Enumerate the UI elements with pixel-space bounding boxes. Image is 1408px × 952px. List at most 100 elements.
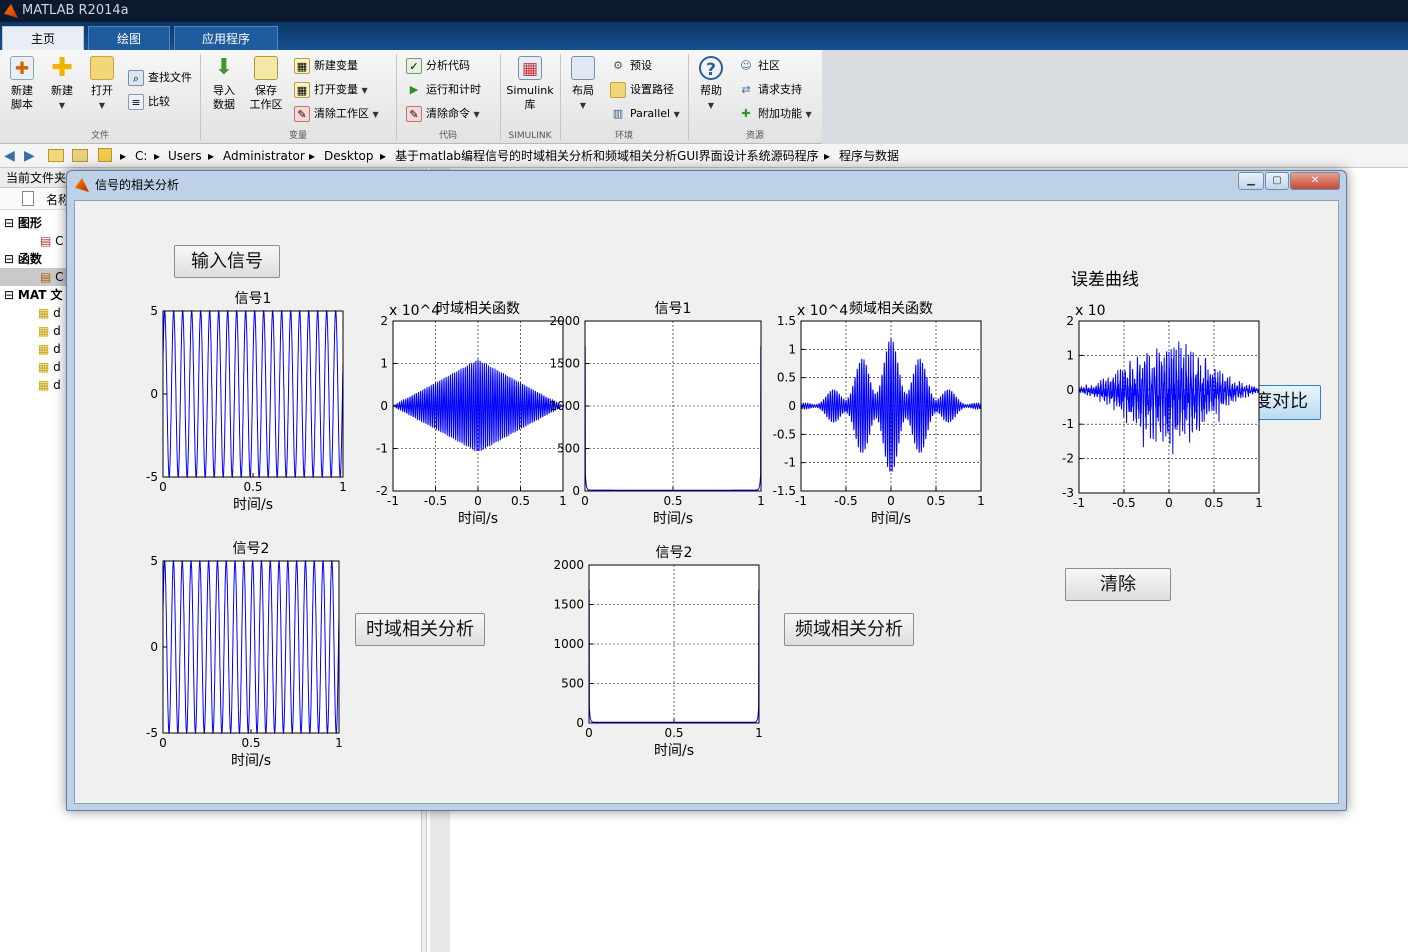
collapse-icon[interactable]: ⊟: [4, 252, 14, 266]
axes-signal2-freq: 0 0.5 1 0 500 1000 1500 2000 信号2 时间/s: [553, 545, 762, 759]
tree-group-functions[interactable]: ⊟ 函数: [4, 250, 42, 268]
file-name: d: [53, 378, 61, 392]
support-icon: ⇄: [741, 83, 751, 96]
list-item[interactable]: ▤ C: [40, 232, 64, 250]
minimize-button[interactable]: ▁: [1238, 172, 1264, 190]
layout-icon: [571, 56, 595, 80]
x-tick-label: -0.5: [834, 494, 857, 508]
new-variable-button[interactable]: ▦ 新建变量: [294, 56, 358, 76]
set-path-button[interactable]: 设置路径: [610, 80, 674, 100]
y-tick-label: 0: [150, 640, 158, 654]
file-name: C: [55, 234, 64, 248]
x-tick-label: 1: [335, 736, 343, 750]
close-button[interactable]: ✕: [1290, 172, 1340, 190]
file-name: C: [55, 270, 64, 284]
new-variable-label: 新建变量: [314, 59, 358, 72]
chart-title: 信号2: [656, 545, 693, 561]
breadcrumb-item[interactable]: 程序与数据: [839, 144, 899, 168]
y-tick-label: -1: [376, 442, 388, 456]
list-item[interactable]: ▦ d: [38, 322, 61, 340]
layout-button[interactable]: 布局 ▼: [566, 56, 600, 126]
axes-time-correlation: -1 -0.5 0 0.5 1-2-1012时域相关函数时间/sx 10^4: [376, 301, 567, 527]
find-files-button[interactable]: ⌕ 查找文件: [128, 68, 192, 88]
freq-correlation-button[interactable]: 频域相关分析: [784, 613, 914, 646]
list-item[interactable]: ▦ d: [38, 376, 61, 394]
help-button[interactable]: ? 帮助 ▼: [694, 56, 728, 126]
list-item[interactable]: ▦ d: [38, 358, 61, 376]
tree-group-graphics[interactable]: ⊟ 图形: [4, 214, 42, 232]
up-folder-icon[interactable]: [48, 149, 64, 162]
x-tick-label: 0: [1165, 496, 1173, 510]
chart-title: 频域相关函数: [849, 301, 933, 317]
new-script-button[interactable]: ✚ 新建 脚本: [4, 56, 40, 126]
tab-home[interactable]: 主页: [2, 26, 84, 50]
compare-button[interactable]: ≡ 比较: [128, 92, 170, 112]
error-curve-title: 误差曲线: [1071, 270, 1139, 290]
file-name: d: [53, 306, 61, 320]
breadcrumb-item[interactable]: Users: [168, 144, 202, 168]
clear-workspace-button[interactable]: ✎ 清除工作区 ▼: [294, 104, 379, 124]
breadcrumb-item[interactable]: Administrator: [223, 144, 305, 168]
new-button[interactable]: ✚ 新建 ▼: [44, 55, 80, 126]
y-tick-label: -5: [146, 470, 158, 484]
addons-icon: ✚: [741, 107, 751, 120]
import-icon: ⬇: [214, 55, 234, 80]
breadcrumb-item[interactable]: C:: [135, 144, 147, 168]
mat-file-icon: ▦: [38, 360, 50, 374]
chart-title: 时域相关函数: [436, 301, 520, 317]
addons-button[interactable]: ✚ 附加功能 ▼: [738, 104, 811, 124]
mat-file-icon: ▦: [38, 342, 50, 356]
y-tick-label: 1.5: [777, 314, 796, 328]
list-item[interactable]: ▦ d: [38, 304, 61, 322]
forward-arrow-icon[interactable]: ▶: [24, 144, 35, 168]
request-support-button[interactable]: ⇄ 请求支持: [738, 80, 802, 100]
parallel-button[interactable]: ▥ Parallel ▼: [610, 104, 680, 124]
preferences-button[interactable]: ⚙ 预设: [610, 56, 652, 76]
x-tick-label: 0.5: [1204, 496, 1223, 510]
simulink-library-button[interactable]: ▦ Simulink 库: [504, 56, 556, 126]
x-tick-label: 1: [977, 494, 985, 508]
x-axis-label: 时间/s: [654, 743, 694, 759]
browse-folder-icon[interactable]: [72, 149, 88, 162]
back-arrow-icon[interactable]: ◀: [4, 144, 15, 168]
tree-group-mat[interactable]: ⊟ MAT 文: [4, 286, 63, 304]
app-titlebar: MATLAB R2014a: [0, 0, 1408, 22]
save-workspace-button[interactable]: 保存 工作区: [246, 56, 286, 126]
tree-group-label: MAT 文: [17, 288, 63, 302]
figure-canvas: 输入信号 时域相关分析 频域相关分析 清除 精度对比 误差曲线 0 0.5 1 -5 0…: [74, 200, 1339, 804]
clear-commands-button[interactable]: ✎ 清除命令 ▼: [406, 104, 480, 124]
time-correlation-button[interactable]: 时域相关分析: [355, 613, 485, 646]
tab-plots[interactable]: 绘图: [88, 26, 170, 50]
input-signal-button[interactable]: 输入信号: [174, 245, 280, 278]
community-button[interactable]: ☺ 社区: [738, 56, 780, 76]
open-variable-button[interactable]: ▦ 打开变量 ▼: [294, 80, 368, 100]
chart-title: 信号1: [235, 291, 272, 307]
y-tick-label: 1: [380, 357, 388, 371]
tab-apps[interactable]: 应用程序: [174, 26, 278, 50]
run-time-button[interactable]: ▶ 运行和计时: [406, 80, 481, 100]
x-tick-label: 0.5: [241, 736, 260, 750]
analyze-code-button[interactable]: ✓ 分析代码: [406, 56, 470, 76]
clear-button[interactable]: 清除: [1065, 568, 1171, 601]
import-data-button[interactable]: ⬇ 导入 数据: [206, 56, 242, 126]
find-files-label: 查找文件: [148, 71, 192, 84]
open-button[interactable]: 打开 ▼: [84, 56, 120, 126]
collapse-icon[interactable]: ⊟: [4, 288, 14, 302]
save-workspace-icon: [254, 56, 278, 80]
clear-commands-icon: ✎: [406, 106, 422, 122]
group-label-code: 代码: [438, 131, 457, 141]
find-files-icon: ⌕: [128, 70, 144, 86]
chevron-down-icon: ▼: [98, 101, 106, 110]
close-icon: ✕: [1310, 175, 1320, 186]
y-tick-label: 500: [557, 442, 580, 456]
chevron-down-icon: ▼: [361, 86, 368, 95]
set-path-icon: [610, 82, 626, 98]
breadcrumb-item[interactable]: 基于matlab编程信号的时域相关分析和频域相关分析GUI界面设计系统源码程序: [395, 144, 819, 168]
minimize-icon: ▁: [1247, 175, 1255, 186]
x-tick-label: -0.5: [424, 494, 447, 508]
group-label-environment: 环境: [614, 131, 633, 141]
collapse-icon[interactable]: ⊟: [4, 216, 14, 230]
maximize-button[interactable]: ▢: [1265, 172, 1289, 190]
list-item[interactable]: ▦ d: [38, 340, 61, 358]
breadcrumb-item[interactable]: Desktop: [324, 144, 374, 168]
